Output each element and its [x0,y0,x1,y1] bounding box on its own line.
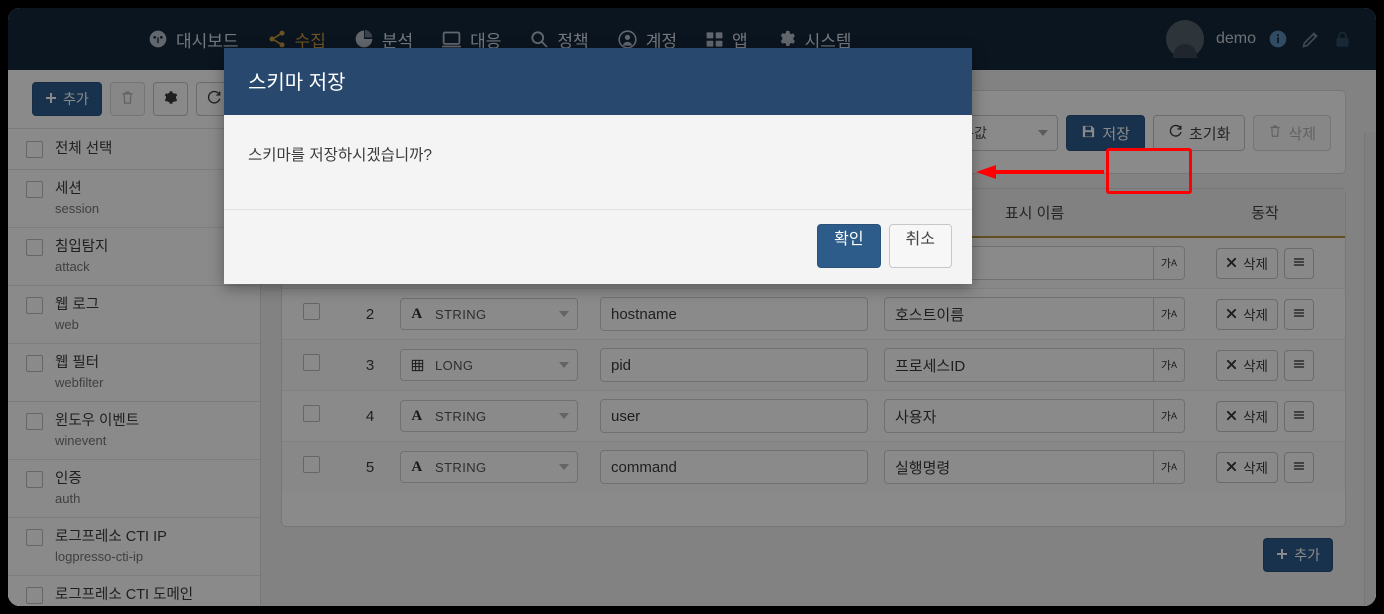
dialog-header: 스키마 저장 [224,48,972,115]
app-window: 대시보드 수집 분석 대응 정책 계정 앱 시스템 demo 추가 전체 선택 … [8,8,1376,606]
annotation-highlight-box [1106,148,1192,194]
dialog-cancel-button[interactable]: 취소 [888,224,952,268]
dialog-footer: 확인 취소 [224,209,972,284]
dialog-title: 스키마 저장 [248,72,346,94]
annotation-arrow [976,165,1104,179]
dialog-confirm-button[interactable]: 확인 [817,224,881,268]
save-schema-dialog: 스키마 저장 스키마를 저장하시겠습니까? 확인 취소 [224,48,972,284]
dialog-message: 스키마를 저장하시겠습니까? [224,115,972,209]
